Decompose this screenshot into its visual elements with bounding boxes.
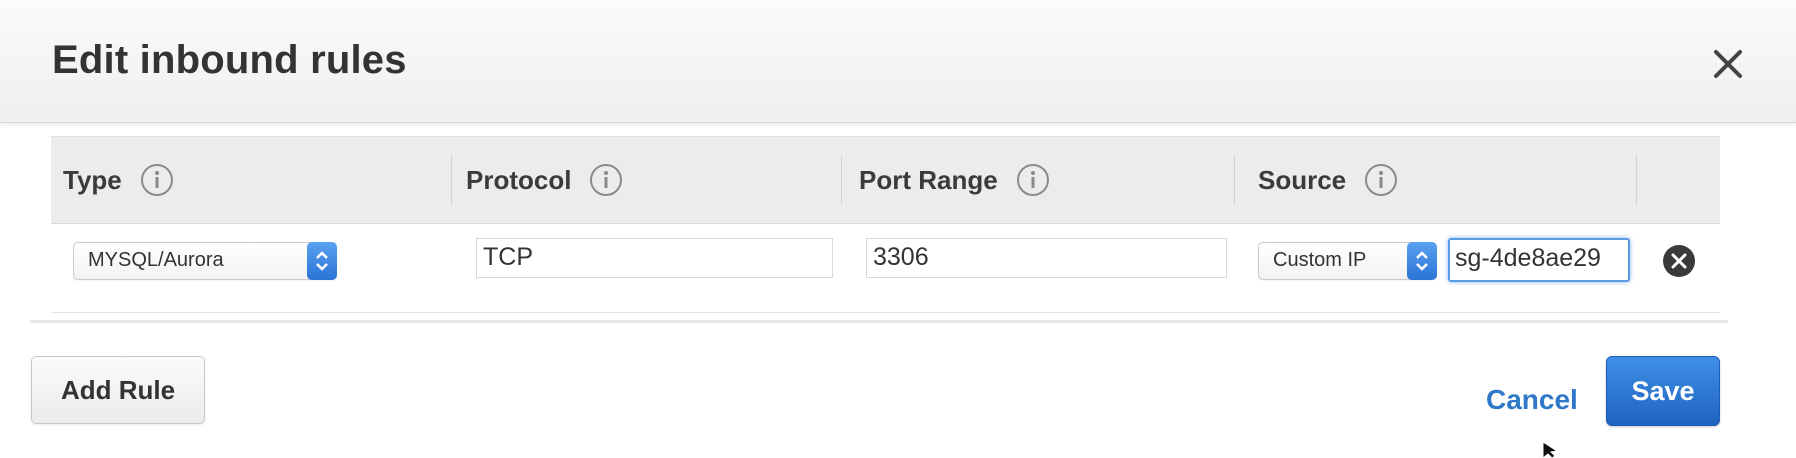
type-select-value: MYSQL/Aurora — [88, 249, 224, 271]
header-port-range-label: Port Range — [859, 164, 998, 195]
column-separator — [841, 155, 842, 205]
info-icon[interactable] — [140, 163, 174, 197]
source-value-field[interactable]: sg-4de8ae29 — [1448, 238, 1630, 282]
type-select[interactable]: MYSQL/Aurora — [73, 242, 337, 280]
close-icon[interactable] — [1706, 42, 1750, 86]
info-icon[interactable] — [1364, 163, 1398, 197]
header-source: Source — [1258, 137, 1398, 223]
header-protocol-label: Protocol — [466, 164, 572, 195]
select-stepper-icon — [307, 242, 337, 280]
dialog-header: Edit inbound rules — [0, 0, 1796, 123]
source-type-select[interactable]: Custom IP — [1258, 242, 1437, 280]
column-separator — [1234, 155, 1235, 205]
save-button[interactable]: Save — [1606, 356, 1720, 426]
header-port-range: Port Range — [859, 137, 1050, 223]
column-separator — [1636, 155, 1637, 205]
source-type-value: Custom IP — [1273, 249, 1367, 271]
protocol-field[interactable]: TCP — [476, 238, 833, 278]
header-protocol: Protocol — [466, 137, 623, 223]
dialog-title: Edit inbound rules — [52, 38, 407, 82]
info-icon[interactable] — [1016, 163, 1050, 197]
add-rule-button[interactable]: Add Rule — [31, 356, 205, 424]
mouse-cursor-icon — [1542, 442, 1559, 458]
table-row: MYSQL/Aurora TCP 3306 Custom IP sg-4de8a… — [51, 224, 1720, 313]
header-source-label: Source — [1258, 164, 1347, 195]
footer-divider — [30, 320, 1728, 323]
info-icon[interactable] — [589, 163, 623, 197]
port-range-field[interactable]: 3306 — [866, 238, 1227, 278]
rules-table: Type Protocol Port Range Source MYSQL/Au… — [51, 136, 1720, 313]
edit-inbound-rules-dialog: Edit inbound rules Type Protocol Port Ra… — [0, 0, 1796, 458]
column-separator — [451, 155, 452, 205]
select-stepper-icon — [1407, 242, 1437, 280]
header-type-label: Type — [63, 164, 122, 195]
remove-circle-icon[interactable] — [1662, 244, 1696, 278]
header-type: Type — [63, 137, 174, 223]
table-header: Type Protocol Port Range Source — [51, 136, 1720, 224]
cancel-button[interactable]: Cancel — [1486, 384, 1578, 416]
